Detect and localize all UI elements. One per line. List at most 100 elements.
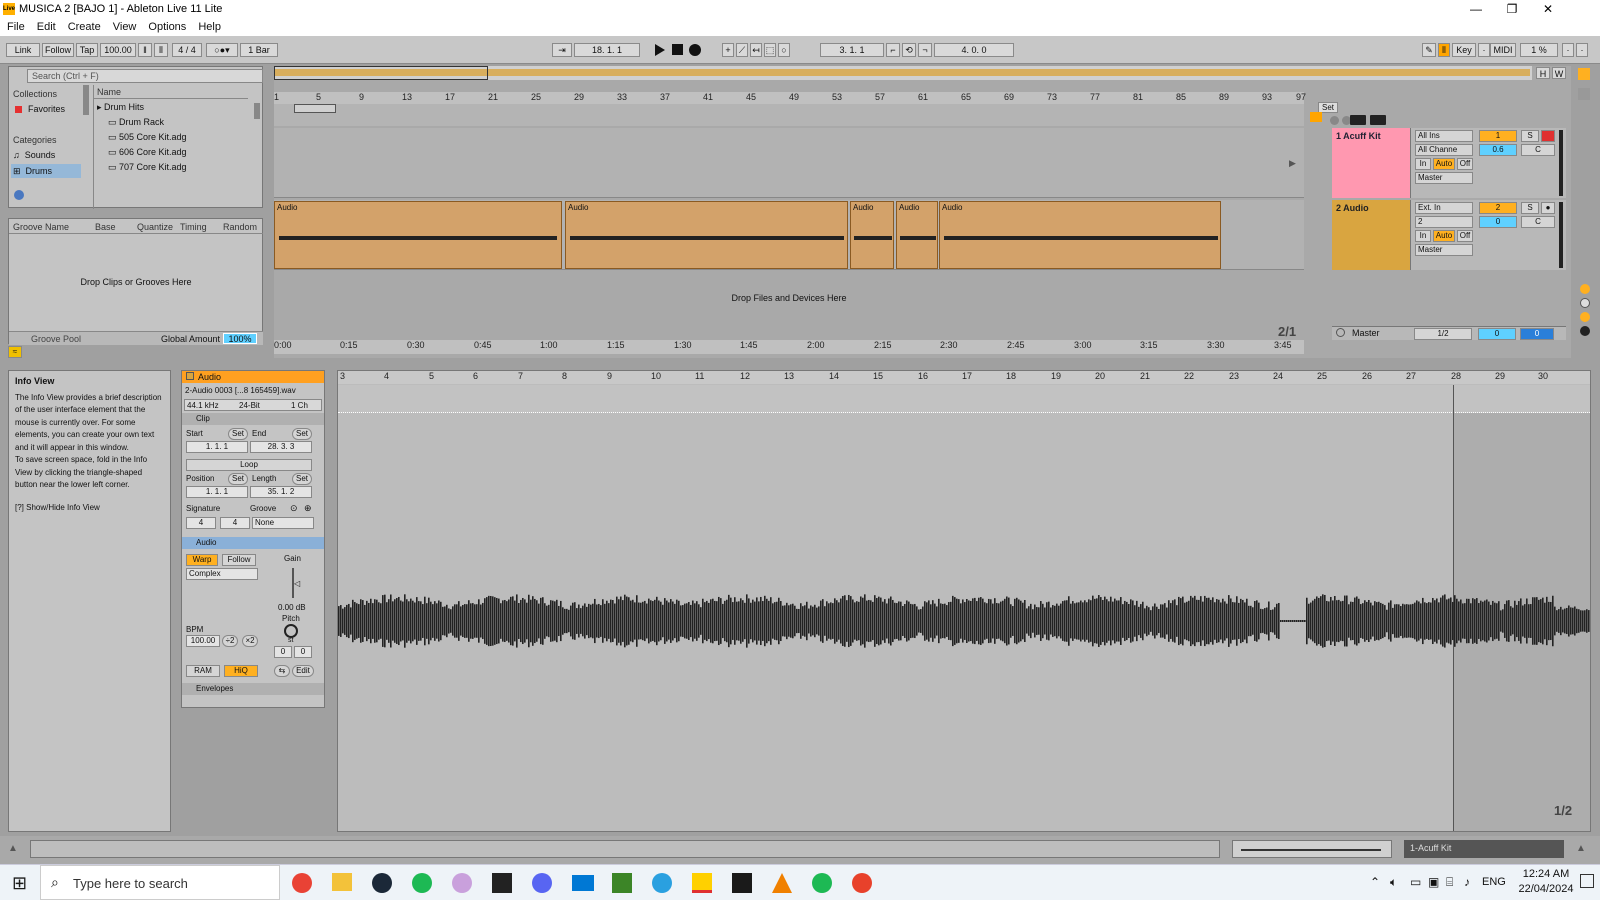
track-2-monitor-in[interactable]: In (1415, 230, 1431, 242)
master-pan[interactable]: 0 (1520, 328, 1554, 340)
crossfader-toggle-icon[interactable] (1580, 326, 1590, 336)
notifications-icon[interactable] (1580, 874, 1594, 888)
browser-search-input[interactable]: Search (Ctrl + F) (27, 69, 263, 83)
track-1-solo[interactable]: S (1521, 130, 1539, 142)
info-view-toggle-icon[interactable]: ▲ (8, 843, 18, 854)
volume-icon[interactable]: 🔈︎ (1390, 875, 1397, 890)
double-tempo-button[interactable]: ×2 (242, 635, 258, 647)
audio-clip[interactable]: Audio (850, 201, 894, 269)
arrangement-position-field[interactable]: 18. 1. 1 (574, 43, 640, 57)
overview-viewport[interactable] (274, 66, 488, 80)
track-2-pan[interactable]: C (1521, 216, 1555, 228)
clip-position-field[interactable]: 1. 1. 1 (186, 486, 248, 498)
app-icon[interactable] (452, 873, 472, 893)
nudge-up-icon[interactable]: ⦀ (154, 43, 168, 57)
prev-locator-icon[interactable] (1330, 116, 1339, 125)
warp-button[interactable]: Warp (186, 554, 218, 566)
browser-item-drum-hits[interactable]: ▸ Drum Hits (97, 102, 144, 113)
track-2-arm-icon[interactable]: ● (1541, 202, 1555, 214)
clock-date[interactable]: 22/04/2024 (1516, 883, 1576, 895)
track-1-output[interactable]: Master (1415, 172, 1473, 184)
nudge-down-icon[interactable]: ‖ (138, 43, 152, 57)
track-1-arm-icon[interactable] (1541, 130, 1555, 142)
track-2-monitor-off[interactable]: Off (1457, 230, 1473, 242)
category-drums[interactable]: ⊞ Drums (11, 164, 81, 178)
clip-start-field[interactable]: 1. 1. 1 (186, 441, 248, 453)
ram-button[interactable]: RAM (186, 665, 220, 677)
stop-icon[interactable] (672, 44, 683, 55)
clip-activator-icon[interactable] (186, 372, 194, 380)
epic-games-icon[interactable] (492, 873, 512, 893)
quantize-menu[interactable]: 1 Bar (240, 43, 278, 57)
audio-clip[interactable]: Audio (274, 201, 562, 269)
hiq-button[interactable]: HiQ (224, 665, 258, 677)
track-2-name[interactable]: 2 Audio (1336, 203, 1369, 213)
track-2-output[interactable]: Master (1415, 244, 1473, 256)
track-1-name[interactable]: 1 Acuff Kit (1336, 131, 1381, 141)
browser-item-606[interactable]: ▭ 606 Core Kit.adg (108, 147, 187, 158)
global-amount-field[interactable]: 100% (223, 333, 257, 344)
track-1-channel[interactable]: All Channe (1415, 144, 1473, 156)
master-track-header[interactable]: Master 1/2 0 0 (1332, 326, 1566, 340)
sample-waveform[interactable] (338, 551, 1590, 691)
chrome-icon[interactable] (292, 873, 312, 893)
track-2-channel[interactable]: 2 (1415, 216, 1473, 228)
capture-icon[interactable]: ⬚ (764, 43, 776, 57)
menu-view[interactable]: View (113, 21, 137, 33)
tap-tempo-button[interactable]: Tap (76, 43, 98, 57)
track-1-lane[interactable] (274, 128, 1304, 198)
file-explorer-icon[interactable] (332, 873, 352, 891)
menu-edit[interactable]: Edit (37, 21, 56, 33)
minimize-button[interactable]: — (1458, 0, 1494, 18)
groove-hot-swap-icon[interactable]: ⊙ (290, 503, 298, 514)
clip-name[interactable]: Audio (198, 371, 221, 383)
clip-name-bar[interactable]: Audio (182, 371, 324, 383)
groove-pool-toggle-icon[interactable]: ≈ (8, 346, 22, 358)
battery-icon[interactable]: ▭ (1410, 875, 1421, 889)
mixer-toggle-icon[interactable] (1578, 68, 1590, 80)
follow-button[interactable]: Follow (42, 43, 74, 57)
ea-icon[interactable] (852, 873, 872, 893)
master-fold-icon[interactable] (1336, 328, 1345, 337)
start-set-button[interactable]: Set (228, 428, 248, 440)
clip-fade-icon[interactable] (1580, 284, 1590, 294)
key-map-button[interactable]: Key (1452, 43, 1476, 57)
arrangement-loop-icon[interactable] (1310, 112, 1322, 122)
taskbar-search-box[interactable]: ⌕ Type here to search (40, 865, 280, 900)
browser-scrollbar[interactable] (254, 103, 260, 119)
length-set-button[interactable]: Set (292, 473, 312, 485)
track-1-header[interactable]: 1 Acuff Kit (1332, 128, 1410, 198)
midi-map-button[interactable]: MIDI (1490, 43, 1516, 57)
tempo-field[interactable]: 100.00 (100, 43, 136, 57)
discord-icon[interactable] (532, 873, 552, 893)
transpose-knob[interactable] (284, 624, 298, 638)
detail-view-toggle-icon[interactable]: ▲ (1576, 843, 1586, 854)
display-icon[interactable]: ▣ (1428, 875, 1439, 889)
status-overview[interactable] (1232, 840, 1392, 858)
audio-clip[interactable]: Audio (896, 201, 938, 269)
browser-item-707[interactable]: ▭ 707 Core Kit.adg (108, 162, 187, 173)
io-toggle-icon[interactable] (1578, 88, 1590, 100)
warp-mode-select[interactable]: Complex (186, 568, 258, 580)
track-2-header[interactable]: 2 Audio (1332, 200, 1410, 270)
record-icon[interactable] (689, 44, 701, 56)
back-to-arrangement-icon[interactable]: ↤ (750, 43, 762, 57)
warp-marker-strip[interactable] (338, 385, 1590, 413)
follow-arrangement-icon[interactable]: ⇥ (552, 43, 572, 57)
track-1-monitor-in[interactable]: In (1415, 158, 1431, 170)
steam-icon[interactable] (372, 873, 392, 893)
speaker-icon[interactable]: ♪ (1464, 875, 1470, 889)
transpose-field[interactable]: 0 (274, 646, 292, 658)
browser-item-505[interactable]: ▭ 505 Core Kit.adg (108, 132, 187, 143)
play-icon[interactable] (655, 44, 665, 56)
ableton-live-icon[interactable] (692, 873, 712, 893)
h-button[interactable]: H (1536, 67, 1550, 79)
halve-tempo-button[interactable]: ÷2 (222, 635, 238, 647)
automation-arm-icon[interactable]: ⟋ (736, 43, 748, 57)
position-set-button[interactable]: Set (228, 473, 248, 485)
clock-time[interactable]: 12:24 AM (1516, 868, 1576, 880)
follow-clip-button[interactable]: Follow (222, 554, 256, 566)
spotify-icon[interactable] (412, 873, 432, 893)
network-icon[interactable]: ⌸ (1446, 875, 1453, 890)
loop-start-field[interactable]: 3. 1. 1 (820, 43, 884, 57)
